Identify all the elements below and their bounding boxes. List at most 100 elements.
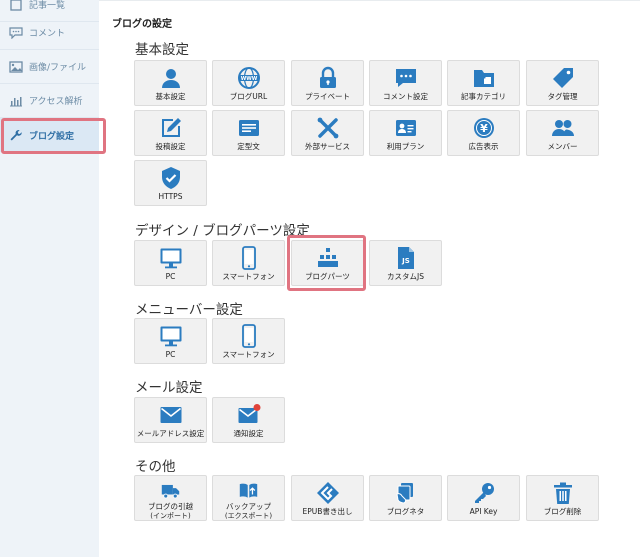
tile-label: タグ管理 (547, 92, 578, 101)
tile-menubar-smartphone[interactable]: スマートフォン (212, 318, 285, 364)
mail-notification-icon (238, 404, 260, 423)
tile-https[interactable]: HTTPS (134, 160, 207, 206)
tile-basic-settings[interactable]: 基本設定 (134, 60, 207, 106)
tile-tag-management[interactable]: タグ管理 (526, 60, 599, 106)
section-title-design: デザイン / ブログパーツ設定 (135, 223, 310, 239)
tile-design-smartphone[interactable]: スマートフォン (212, 240, 285, 286)
tile-design-pc[interactable]: PC (134, 240, 207, 286)
external-service-icon (317, 117, 338, 139)
id-card-icon (395, 120, 416, 136)
tile-label: 基本設定 (155, 92, 186, 101)
user-icon (161, 69, 180, 88)
tile-label: ブログネタ (386, 507, 425, 516)
tile-label: ブログ削除 (543, 507, 582, 516)
tile-article-category[interactable]: 記事カテゴリ (447, 60, 520, 106)
tag-icon (552, 68, 573, 88)
image-icon (9, 60, 23, 73)
tile-label: 利用プラン (386, 142, 425, 151)
svg-text:JS: JS (401, 257, 410, 265)
tile-ad-display[interactable]: ¥ 広告表示 (447, 110, 520, 156)
sidebar-item-label: 記事一覧 (29, 1, 66, 11)
bar-chart-icon (10, 96, 22, 106)
backup-book-icon (239, 483, 258, 498)
section-title-mail: メール設定 (135, 380, 203, 396)
comment-bubble-icon (395, 69, 416, 87)
tile-blog-parts[interactable]: ブログパーツ (291, 240, 364, 286)
smartphone-icon (241, 324, 256, 348)
tile-label: 定型文 (237, 142, 260, 151)
tile-members[interactable]: メンバー (526, 110, 599, 156)
tile-sublabel: (インポート) (150, 512, 191, 520)
tile-label: 通知設定 (233, 429, 264, 438)
tile-custom-js[interactable]: JS カスタムJS (369, 240, 442, 286)
svg-text:WWW: WWW (240, 76, 257, 82)
sidebar-item-analytics[interactable]: アクセス解析 (0, 84, 99, 118)
wrench-icon (10, 129, 22, 141)
tile-label: API Key (469, 507, 498, 516)
sidebar: 記事一覧 コメント 画像/ファイル アクセス解析 ブログ設定 (0, 0, 99, 557)
section-title-menubar: メニューバー設定 (135, 302, 243, 318)
tile-label: PC (165, 272, 176, 281)
section-title-other: その他 (135, 459, 176, 475)
tile-sublabel: (エクスポート) (224, 512, 273, 520)
blog-parts-icon (317, 248, 338, 267)
tile-label: ブログURL (229, 92, 268, 101)
tile-external-services[interactable]: 外部サービス (291, 110, 364, 156)
moving-truck-icon (161, 484, 180, 499)
tile-label: ブログの引越 (148, 502, 193, 511)
folder-icon (473, 70, 494, 87)
smartphone-icon (241, 246, 256, 270)
tile-label: コメント設定 (383, 92, 428, 101)
members-icon (551, 120, 574, 136)
sidebar-item-label: ブログ設定 (29, 131, 75, 142)
tile-template-text[interactable]: 定型文 (212, 110, 285, 156)
tile-label: バックアップ (226, 502, 271, 511)
page-title: ブログの設定 (112, 19, 172, 30)
sidebar-item-label: 画像/ファイル (29, 63, 87, 73)
sidebar-item-comments[interactable]: コメント (0, 16, 99, 50)
tile-label: PC (165, 350, 176, 359)
tile-label: 投稿設定 (155, 142, 186, 151)
tile-backup-export[interactable]: バックアップ (エクスポート) (212, 475, 285, 521)
tile-label: HTTPS (158, 192, 183, 201)
tile-blog-url[interactable]: WWW ブログURL (212, 60, 285, 106)
lock-icon (319, 66, 336, 88)
blog-neta-icon (395, 483, 413, 504)
www-globe-icon: WWW (237, 67, 260, 89)
tile-label: プライベート (305, 92, 350, 101)
sidebar-item-blog-settings[interactable]: ブログ設定 (0, 118, 99, 152)
section-title-basic: 基本設定 (135, 42, 189, 58)
sidebar-item-images[interactable]: 画像/ファイル (0, 50, 99, 84)
trash-icon (553, 482, 572, 504)
tile-menubar-pc[interactable]: PC (134, 318, 207, 364)
tile-notification-settings[interactable]: 通知設定 (212, 397, 285, 443)
tile-api-key[interactable]: API Key (447, 475, 520, 521)
tile-blog-delete[interactable]: ブログ削除 (526, 475, 599, 521)
tile-private[interactable]: プライベート (291, 60, 364, 106)
comment-icon (9, 26, 23, 39)
monitor-icon (160, 248, 181, 269)
mail-icon (160, 407, 181, 423)
tile-label: スマートフォン (222, 350, 275, 359)
tile-label: メンバー (547, 142, 578, 151)
tile-comment-settings[interactable]: コメント設定 (369, 60, 442, 106)
tile-label: スマートフォン (222, 272, 275, 281)
pencil-icon (161, 118, 181, 137)
tile-epub-export[interactable]: EPUB書き出し (291, 475, 364, 521)
yen-coin-icon: ¥ (473, 118, 494, 138)
tile-usage-plan[interactable]: 利用プラン (369, 110, 442, 156)
key-icon (474, 483, 494, 503)
tile-label: カスタムJS (387, 272, 424, 281)
tile-blog-import[interactable]: ブログの引越 (インポート) (134, 475, 207, 521)
sidebar-item-label: コメント (29, 29, 66, 39)
epub-icon (316, 482, 339, 504)
tile-label: 記事カテゴリ (461, 92, 506, 101)
tile-post-settings[interactable]: 投稿設定 (134, 110, 207, 156)
top-divider (99, 0, 640, 1)
sidebar-item-label: アクセス解析 (29, 97, 83, 107)
tile-label: EPUB書き出し (302, 507, 353, 516)
tile-label: ブログパーツ (305, 272, 350, 281)
tile-blog-neta[interactable]: ブログネタ (369, 475, 442, 521)
tile-mail-address[interactable]: メールアドレス設定 (134, 397, 207, 443)
tile-label: 広告表示 (468, 142, 499, 151)
